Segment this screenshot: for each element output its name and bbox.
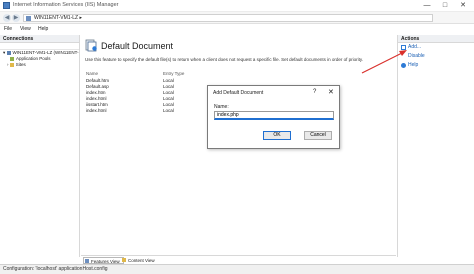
- maximize-button[interactable]: □: [438, 1, 452, 11]
- column-header-entry-type[interactable]: Entry Type: [163, 71, 184, 76]
- close-button[interactable]: ✕: [456, 1, 470, 11]
- ok-button[interactable]: OK: [263, 131, 291, 140]
- cancel-button[interactable]: Cancel: [304, 131, 332, 140]
- menu-bar: File View Help: [0, 25, 474, 34]
- connections-pane: Connections ▾ WIN11ENT-VM1-LZ (WIN11ENT-…: [0, 35, 80, 257]
- status-bar: Configuration: 'localhost' applicationHo…: [0, 264, 474, 274]
- disable-action-label: Disable: [408, 53, 425, 59]
- app-pool-icon: [10, 56, 14, 61]
- name-input[interactable]: [214, 111, 334, 120]
- tree-sites-label: Sites: [15, 62, 26, 67]
- folder-icon: [9, 62, 14, 67]
- features-view-icon: [85, 259, 89, 263]
- expand-icon[interactable]: ›: [7, 62, 9, 67]
- row-name: index.html: [86, 108, 107, 113]
- page-title: Default Document: [101, 41, 174, 51]
- tree-app-pools-label: Application Pools: [16, 56, 51, 61]
- dialog-title: Add Default Document: [213, 90, 264, 96]
- title-bar: Internet Information Services (IIS) Mana…: [0, 0, 474, 12]
- help-icon: [401, 63, 406, 68]
- disable-action-link[interactable]: Disable: [398, 52, 474, 61]
- tab-content-label: Content View: [128, 258, 155, 263]
- breadcrumb-server[interactable]: WIN11ENT-VM1-LZ ▸: [34, 15, 82, 22]
- name-label: Name:: [214, 104, 229, 110]
- tab-features-view[interactable]: Features View: [83, 257, 124, 264]
- add-action-link[interactable]: Add...: [398, 43, 474, 52]
- help-action-label: Help: [408, 62, 419, 68]
- dialog-close-button[interactable]: ✕: [328, 88, 334, 96]
- tree-item-sites[interactable]: › Sites: [0, 62, 79, 68]
- window-title: Internet Information Services (IIS) Mana…: [13, 2, 119, 8]
- status-text: Configuration: 'localhost' applicationHo…: [3, 266, 108, 272]
- feature-description: Use this feature to specify the default …: [85, 57, 364, 62]
- table-header: Name Entry Type: [85, 71, 255, 78]
- back-arrow-icon[interactable]: ◀: [3, 14, 11, 22]
- collapse-icon[interactable]: ▾: [3, 50, 5, 55]
- add-default-document-dialog: Add Default Document ? ✕ Name: OK Cancel: [207, 85, 340, 149]
- add-icon: [401, 45, 406, 50]
- tab-content-view[interactable]: Content View: [121, 257, 158, 264]
- add-action-label: Add...: [408, 44, 422, 50]
- server-icon: [26, 16, 31, 21]
- breadcrumb[interactable]: WIN11ENT-VM1-LZ ▸: [23, 14, 433, 22]
- actions-header: Actions: [398, 35, 474, 43]
- default-document-icon: [85, 39, 97, 52]
- server-icon: [6, 50, 11, 55]
- menu-view[interactable]: View: [20, 26, 31, 32]
- forward-arrow-icon[interactable]: ▶: [12, 14, 20, 22]
- address-bar: ◀ ▶ WIN11ENT-VM1-LZ ▸: [0, 12, 474, 24]
- connections-header: Connections: [0, 35, 79, 43]
- menu-help[interactable]: Help: [38, 26, 48, 32]
- content-view-icon: [122, 258, 126, 262]
- dialog-help-button[interactable]: ?: [313, 89, 316, 95]
- actions-pane: Actions Add... Disable Help: [397, 35, 474, 257]
- column-header-name[interactable]: Name: [86, 71, 98, 76]
- menu-file[interactable]: File: [4, 26, 12, 32]
- tree-server-label: WIN11ENT-VM1-LZ (WIN11ENT-: [12, 50, 79, 55]
- minimize-button[interactable]: —: [420, 1, 434, 11]
- connections-toolbar: [0, 43, 79, 50]
- view-tabs: Features View Content View: [81, 255, 396, 264]
- iis-app-icon: [3, 2, 10, 9]
- help-action-link[interactable]: Help: [398, 61, 474, 70]
- row-entry-type: Local: [163, 108, 174, 113]
